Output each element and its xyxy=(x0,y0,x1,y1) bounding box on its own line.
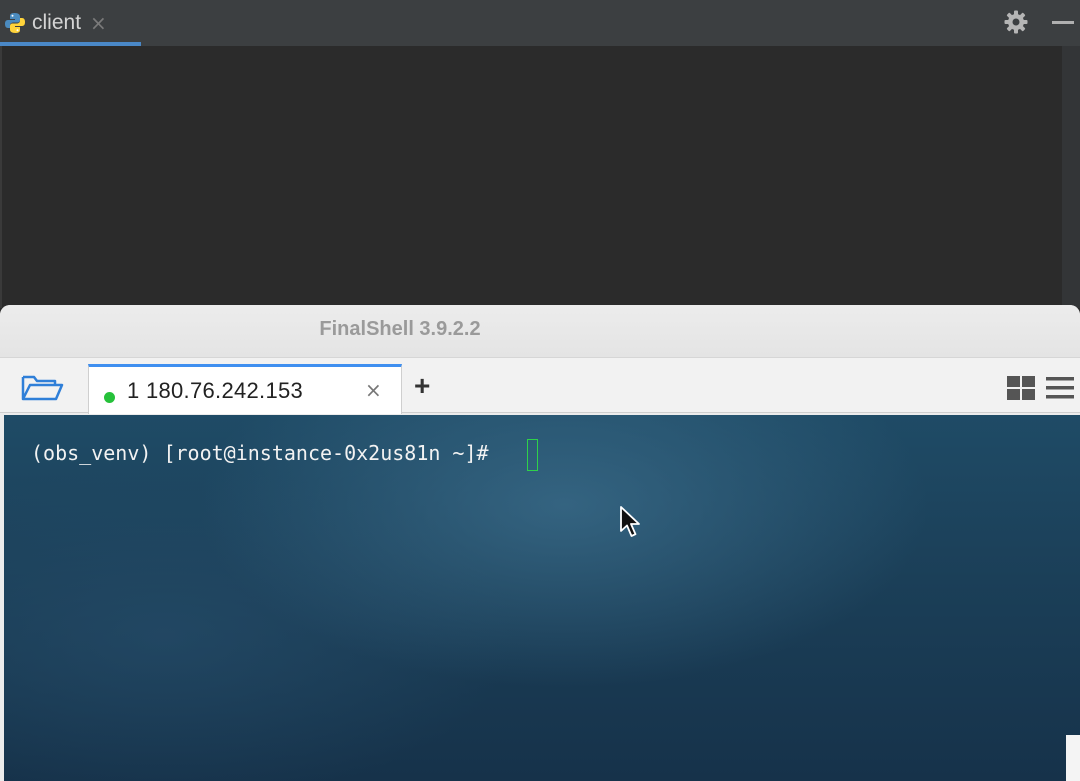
close-icon[interactable]: × xyxy=(90,11,107,35)
terminal-prompt: (obs_venv) [root@instance-0x2us81n ~]# xyxy=(31,441,501,465)
ide-tab-bar: client × xyxy=(0,0,1080,46)
terminal-area[interactable]: (obs_venv) [root@instance-0x2us81n ~]# xyxy=(4,415,1080,781)
ide-tab-label: client xyxy=(32,11,82,34)
close-icon[interactable]: × xyxy=(365,378,382,402)
folder-open-icon[interactable] xyxy=(20,372,64,402)
mouse-pointer-icon xyxy=(620,506,640,537)
grid-layout-icon[interactable] xyxy=(1007,376,1035,400)
window-titlebar[interactable]: FinalShell 3.9.2.2 xyxy=(0,305,1080,357)
session-tab-bar: 1 180.76.242.153 × + xyxy=(0,357,1080,414)
ide-tab-client[interactable]: client × xyxy=(0,0,141,46)
ide-scrollbar[interactable] xyxy=(1062,46,1080,308)
session-tab[interactable]: 1 180.76.242.153 × xyxy=(88,364,402,414)
minimize-icon[interactable] xyxy=(1052,21,1074,24)
window-title: FinalShell 3.9.2.2 xyxy=(319,318,481,340)
gear-icon[interactable] xyxy=(1003,9,1029,35)
python-file-icon xyxy=(5,13,25,33)
add-tab-button[interactable]: + xyxy=(414,370,430,402)
connection-status-dot xyxy=(104,392,115,403)
ide-editor-area[interactable] xyxy=(0,46,1062,308)
session-tab-label: 1 180.76.242.153 xyxy=(127,378,304,403)
hamburger-menu-icon[interactable] xyxy=(1046,376,1074,400)
terminal-cursor xyxy=(527,439,538,471)
terminal-scrollbar[interactable] xyxy=(1066,735,1080,781)
finalshell-window: FinalShell 3.9.2.2 1 180.76.242.153 × + … xyxy=(0,305,1080,781)
